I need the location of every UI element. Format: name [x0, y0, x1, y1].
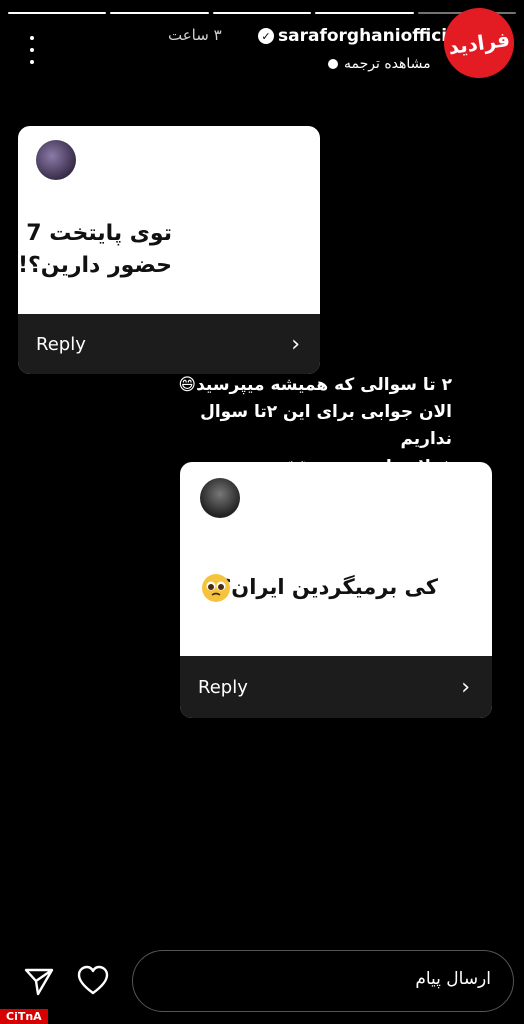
- progress-segment: [110, 12, 209, 14]
- translate-icon: [328, 59, 338, 69]
- avatar: [36, 140, 76, 180]
- chevron-right-icon: ›: [291, 331, 300, 357]
- more-options-icon[interactable]: [22, 36, 42, 64]
- progress-segment: [212, 12, 312, 14]
- send-message-input[interactable]: ارسال پیام: [132, 950, 514, 1012]
- message-placeholder: ارسال پیام: [415, 969, 491, 989]
- reply-label: Reply: [198, 676, 248, 698]
- progress-segment: [315, 12, 414, 14]
- translation-label: مشاهده ترجمه: [344, 56, 431, 72]
- reply-label: Reply: [36, 333, 86, 355]
- see-translation-link[interactable]: مشاهده ترجمه: [328, 56, 431, 72]
- profile-username[interactable]: ✓ saraforghaniofficial: [258, 26, 458, 46]
- chevron-right-icon: ›: [461, 674, 470, 700]
- question-sticker-1[interactable]: توی پایتخت 7 حضور دارین؟! Reply ›: [18, 126, 320, 374]
- citna-watermark: CiTnA: [0, 1009, 48, 1024]
- reply-button[interactable]: Reply ›: [180, 656, 492, 718]
- story-footer: ارسال پیام: [0, 948, 524, 1014]
- username-text: saraforghaniofficial: [278, 26, 458, 46]
- avatar: [200, 478, 240, 518]
- reply-button[interactable]: Reply ›: [18, 314, 320, 374]
- share-icon[interactable]: [22, 964, 56, 998]
- heart-icon[interactable]: [76, 964, 110, 998]
- pleading-face-icon: [202, 574, 230, 602]
- question-text: توی پایتخت 7 حضور دارین؟!: [18, 221, 172, 278]
- post-time: ۳ ساعت: [168, 26, 222, 44]
- verified-badge-icon: ✓: [258, 28, 274, 44]
- progress-segment: [8, 12, 107, 14]
- question-sticker-2[interactable]: کی برمیگردین ایران؟ Reply ›: [180, 462, 492, 718]
- question-text: کی برمیگردین ایران؟: [219, 575, 438, 599]
- story-progress-bar: [8, 12, 517, 14]
- faradid-logo: فرادید: [439, 3, 519, 83]
